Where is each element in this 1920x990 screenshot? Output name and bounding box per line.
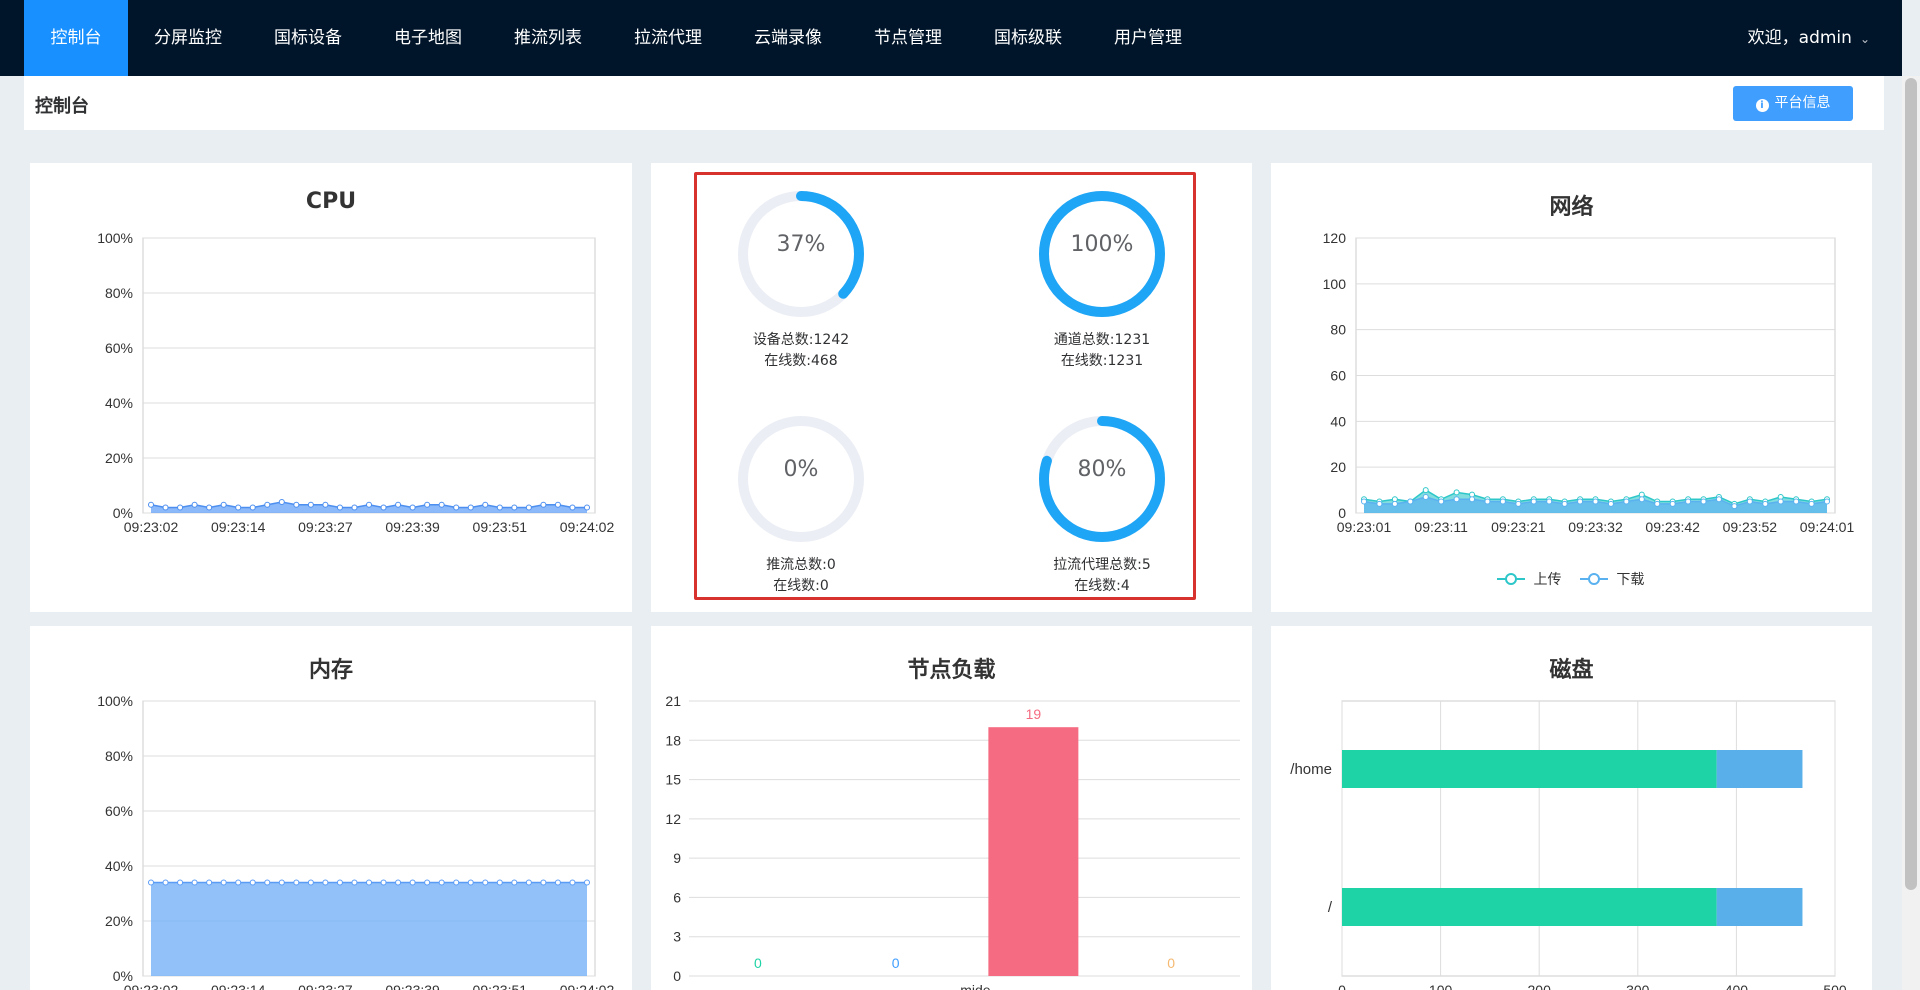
disk-chart: 0 100 200 300 400 500/home / [1290,700,1847,990]
disk-used-bar [1342,888,1717,926]
disk-x-tick-label: 500 [1823,982,1847,990]
disk-category-label: /home [1290,761,1332,778]
disk-free-bar [1716,888,1803,926]
disk-x-tick-label: 100 [1429,982,1453,990]
disk-used-bar [1342,750,1717,788]
disk-x-tick-label: 200 [1528,982,1552,990]
disk-free-bar [1716,750,1803,788]
disk-x-tick-label: 400 [1725,982,1749,990]
disk-plot-frame [1341,700,1836,977]
disk-x-tick-label: 0 [1338,982,1346,990]
disk-x-tick-label: 300 [1626,982,1650,990]
disk-category-label: / [1328,899,1333,916]
